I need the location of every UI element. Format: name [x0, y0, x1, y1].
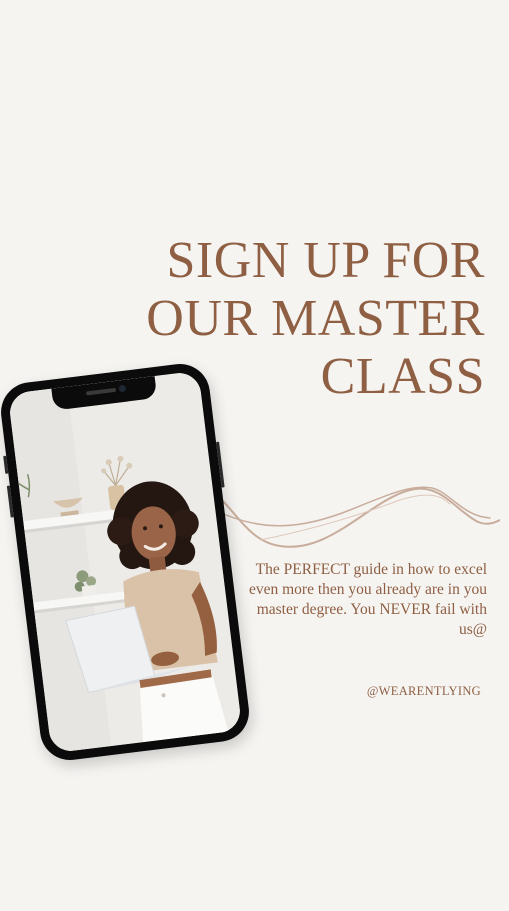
camera-icon [118, 384, 127, 393]
headline-line-1: SIGN UP FOR [166, 232, 485, 289]
speaker-icon [85, 387, 117, 396]
phone-screen [7, 370, 243, 754]
phone-mute-button [3, 455, 9, 474]
poster: SIGN UP FOR OUR MASTER CLASS The PERFECT… [0, 0, 509, 911]
wave-line-icon [200, 486, 500, 548]
headline-line-2: OUR MASTER [146, 290, 485, 347]
phone-power-button [216, 441, 225, 488]
phone-volume-button [6, 485, 14, 518]
social-handle: @WEARENTLYING [366, 684, 481, 698]
phone-mockup [0, 360, 253, 764]
photo-woman-with-laptop [7, 370, 243, 754]
description-text: The PERFECT guide in how to excel even m… [248, 561, 487, 638]
smartphone-icon [0, 360, 253, 764]
